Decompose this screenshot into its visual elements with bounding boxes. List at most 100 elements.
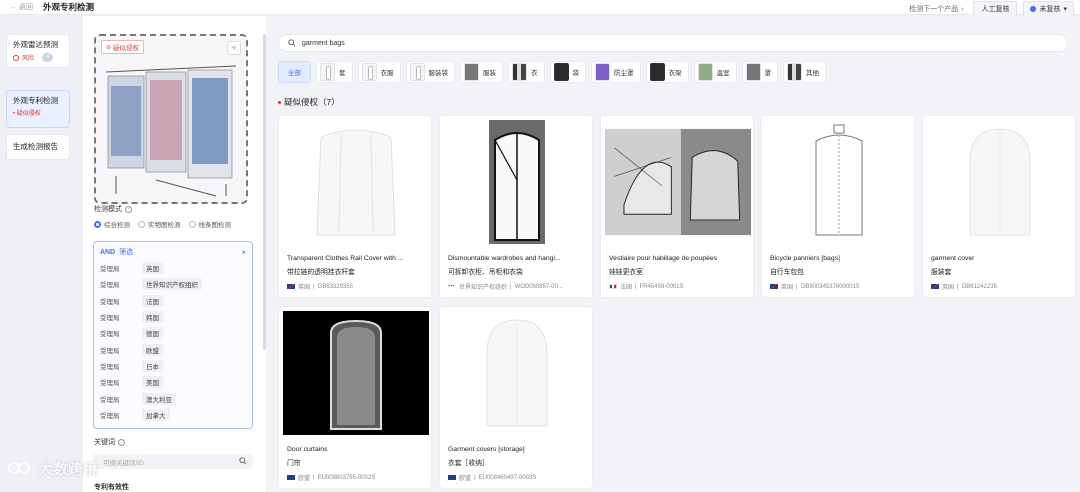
result-card[interactable]: Door curtains 门帘 欧盟 | EU008803795-0002S — [278, 306, 432, 489]
result-card[interactable]: Garment covers [storage] 衣套［收纳］ 欧盟 | EU008… — [439, 306, 593, 489]
category-thumbnail — [553, 63, 569, 81]
keyword-search-input[interactable]: 可搜关键词/ID — [93, 454, 253, 469]
filter-row[interactable]: 受理局 加拿大 — [94, 407, 252, 423]
mode-radio-group: 综合检测 实物图检测 线条图检测 — [94, 219, 231, 229]
france-flag-icon — [609, 284, 617, 289]
filter-row[interactable]: 受理局 德国 — [94, 325, 252, 341]
left-nav: 外观雷达预测 风险 4 外观专利检测 • 疑似侵权 生成检测报告 — [0, 16, 82, 492]
manual-review-button[interactable]: 人工复核 — [973, 1, 1018, 17]
magic-wand-button[interactable]: ✧ — [227, 41, 241, 55]
category-chip[interactable]: 衣服 — [357, 61, 401, 83]
risk-icon — [13, 54, 19, 61]
search-query: garment bags — [302, 39, 345, 47]
nav-item-patent-detection[interactable]: 外观专利检测 • 疑似侵权 — [6, 90, 70, 128]
watermark: 大数跨境 — [8, 458, 98, 479]
and-operator[interactable]: AND — [100, 249, 115, 256]
filter-row[interactable]: 受理局 日本 — [94, 358, 252, 374]
next-product-button[interactable]: 检测下一个产品 › — [905, 4, 967, 14]
watermark-logo-icon — [8, 461, 30, 474]
help-icon[interactable]: ? — [118, 438, 125, 446]
help-icon[interactable]: ? — [125, 205, 132, 213]
chevron-down-icon: ▾ — [1063, 6, 1067, 13]
mode-option-line-drawing[interactable]: 线条图检测 — [188, 219, 231, 229]
category-thumbnail — [464, 63, 479, 81]
mode-option-combined[interactable]: 综合检测 — [94, 219, 130, 229]
risk-count-badge: 4 — [42, 53, 54, 62]
category-thumbnail — [595, 63, 610, 81]
status-dot-icon — [1030, 6, 1037, 12]
category-thumbnail — [787, 63, 802, 81]
filter-row[interactable]: 受理局 英国 — [94, 260, 252, 276]
category-thumbnail — [697, 63, 713, 81]
risk-label: 风险 — [22, 56, 35, 62]
patent-image — [444, 120, 590, 244]
top-bar: ← 返回 外观专利检测 检测下一个产品 › 人工复核 未复核 ▾ — [0, 0, 1080, 17]
suspect-infringement-tag: ⊘ 疑似侵权 — [101, 40, 145, 54]
result-card[interactable]: Dismountable wardrobes and hangi... 可拆卸衣… — [439, 115, 593, 298]
result-card[interactable]: Bicycle panniers [bags] 自行车包包 英国 | GB90034… — [761, 115, 915, 298]
wipo-icon: ••• — [448, 283, 455, 290]
category-chips: 全部 套 衣服 服装袋 服装 衣 袋 防尘罩 衣架 温室 罩 其他 — [278, 60, 1068, 84]
uk-flag-icon — [931, 284, 939, 289]
category-chip[interactable]: 衣架 — [645, 61, 689, 83]
category-chip-all[interactable]: 全部 — [278, 61, 311, 83]
category-chip[interactable]: 防尘罩 — [591, 61, 641, 83]
category-thumbnail — [320, 63, 335, 81]
category-chip[interactable]: 服装 — [460, 61, 503, 83]
chevron-right-icon: › — [961, 5, 964, 13]
red-dot-icon — [278, 100, 281, 104]
filter-box: AND 筛选 × 受理局 英国 受理局 世界知识产权组织 受理局 法国 受理局 韩国 受… — [93, 241, 253, 429]
results-title: 疑似侵权（7） — [278, 96, 340, 108]
search-icon[interactable] — [239, 457, 247, 465]
nav-item-radar-prediction[interactable]: 外观雷达预测 风险 4 — [6, 34, 70, 68]
product-preview[interactable]: ⊘ 疑似侵权 ✧ — [94, 34, 248, 204]
uk-flag-icon — [287, 284, 295, 289]
filter-row[interactable]: 受理局 世界知识产权组织 — [94, 276, 252, 292]
category-thumbnail — [745, 63, 761, 81]
mode-option-photo[interactable]: 实物图检测 — [138, 219, 181, 229]
close-icon[interactable]: × — [241, 248, 246, 257]
page-title: 外观专利检测 — [43, 2, 95, 12]
category-thumbnail — [361, 63, 377, 81]
radio-selected-icon — [94, 220, 101, 228]
filter-row[interactable]: 受理局 澳大利亚 — [94, 390, 252, 406]
results-area: garment bags 全部 套 衣服 服装袋 服装 衣 袋 防尘罩 衣架 温… — [267, 16, 1080, 492]
validity-label: 专利有效性 — [94, 484, 129, 491]
back-link[interactable]: ← 返回 — [10, 2, 33, 12]
eu-flag-icon — [287, 475, 295, 480]
result-card[interactable]: Transparent Clothes Rail Cover with ... … — [278, 115, 432, 298]
category-chip[interactable]: 其他 — [783, 61, 826, 83]
radio-icon — [188, 220, 196, 228]
back-label: 返回 — [19, 4, 33, 11]
eu-flag-icon — [448, 475, 456, 480]
search-icon — [288, 39, 296, 47]
radio-icon — [138, 220, 145, 228]
category-chip[interactable]: 袋 — [549, 61, 586, 83]
image-search-bar[interactable]: garment bags — [278, 34, 1068, 52]
panel-scrollbar[interactable] — [263, 34, 266, 350]
filter-row[interactable]: 受理局 法国 — [94, 293, 252, 309]
category-chip[interactable]: 罩 — [741, 61, 778, 83]
uk-flag-icon — [770, 284, 778, 289]
warning-icon: ⊘ — [106, 44, 112, 51]
filter-row[interactable]: 受理局 韩国 — [94, 309, 252, 325]
filter-panel: ⊘ 疑似侵权 ✧ 检测模式 ? 综合检测 实物图检测 线条图检测 AND 筛选 … — [83, 16, 266, 492]
category-chip[interactable]: 服装袋 — [405, 61, 455, 83]
nav-item-generate-report[interactable]: 生成检测报告 — [6, 134, 70, 160]
infringement-sub-label: • 疑似侵权 — [13, 111, 41, 117]
category-chip[interactable]: 套 — [316, 61, 353, 83]
patent-image — [283, 311, 429, 435]
arrow-left-icon: ← — [10, 3, 17, 11]
patent-image — [927, 120, 1073, 244]
category-chip[interactable]: 衣 — [508, 61, 545, 83]
patent-image — [766, 120, 912, 244]
result-card[interactable]: garment cover 服装套 英国 | GB61242235 — [922, 115, 1076, 298]
review-status-dropdown[interactable]: 未复核 ▾ — [1023, 1, 1074, 17]
keywords-label: 关键词 ? — [94, 437, 125, 447]
magic-wand-icon: ✧ — [231, 45, 237, 52]
garment-rack-illustration — [96, 36, 246, 202]
result-card[interactable]: Vestiaire pour habillage de poupées 娃娃更衣… — [600, 115, 754, 298]
filter-row[interactable]: 受理局 欧盟 — [94, 341, 252, 357]
filter-row[interactable]: 受理局 美国 — [94, 374, 252, 390]
category-chip[interactable]: 温室 — [693, 61, 737, 83]
